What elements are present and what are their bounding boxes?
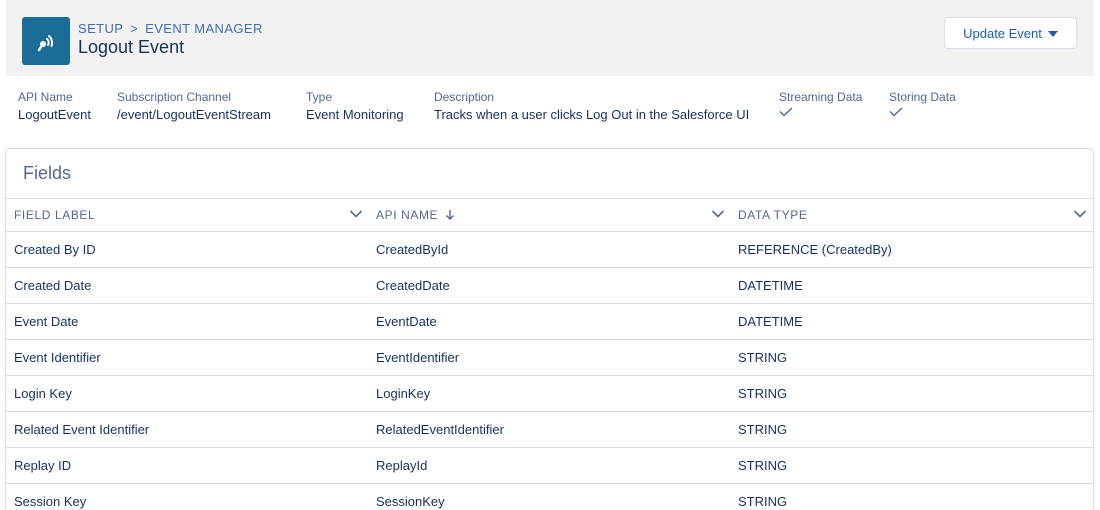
detail-value: /event/LogoutEventStream [117, 107, 271, 122]
detail-value: Event Monitoring [306, 107, 404, 122]
table-row: Replay ID ReplayId STRING [6, 448, 1093, 484]
cell-api-name: LoginKey [376, 386, 431, 401]
table-row: Session Key SessionKey STRING [6, 484, 1093, 510]
detail-label: Description [434, 90, 495, 104]
card-title: Fields [23, 163, 72, 183]
table-row: Created Date CreatedDate DATETIME [6, 268, 1093, 304]
cell-data-type: DATETIME [738, 314, 803, 329]
update-event-label: Update Event [963, 25, 1042, 41]
detail-value: LogoutEvent [18, 107, 92, 122]
breadcrumb: SETUP > EVENT MANAGER [78, 21, 263, 36]
column-header-label: DATA TYPE [738, 208, 808, 222]
detail-label: Type [306, 90, 333, 104]
column-header-label: FIELD LABEL [14, 208, 96, 222]
column-header-field-label[interactable]: FIELD LABEL [14, 199, 95, 231]
table-row: Event Date EventDate DATETIME [6, 304, 1093, 340]
cell-field-label: Event Identifier [14, 350, 101, 365]
column-header-data-type[interactable]: DATA TYPE [738, 199, 807, 231]
detail-storing-data: Storing Data [889, 89, 956, 117]
detail-label: API Name [18, 90, 73, 104]
cell-api-name: ReplayId [376, 458, 428, 473]
chevron-down-icon[interactable] [711, 209, 725, 219]
cell-api-name: CreatedDate [376, 278, 450, 293]
cell-field-label: Event Date [14, 314, 79, 329]
cell-api-name: CreatedById [376, 242, 449, 257]
table-header: FIELD LABEL API NAME DATA TYPE [6, 198, 1093, 232]
detail-label: Streaming Data [779, 90, 863, 104]
page-header: SETUP > EVENT MANAGER Logout Event Updat… [6, 0, 1094, 76]
column-header-label: API NAME [376, 208, 439, 222]
cell-api-name: EventDate [376, 314, 437, 329]
checkmark-icon [889, 107, 903, 117]
cell-api-name: RelatedEventIdentifier [376, 422, 504, 437]
cell-field-label: Related Event Identifier [14, 422, 150, 437]
detail-value: Tracks when a user clicks Log Out in the… [434, 107, 750, 122]
table-row: Event Identifier EventIdentifier STRING [6, 340, 1093, 376]
update-event-button[interactable]: Update Event [944, 17, 1077, 49]
detail-label: Storing Data [889, 90, 956, 104]
cell-api-name: SessionKey [376, 494, 445, 509]
cell-api-name: EventIdentifier [376, 350, 460, 365]
cell-data-type: STRING [738, 386, 788, 401]
event-details: API Name LogoutEvent Subscription Channe… [0, 89, 1100, 129]
cell-data-type: DATETIME [738, 278, 803, 293]
cell-data-type: STRING [738, 458, 788, 473]
checkmark-icon [779, 107, 793, 117]
breadcrumb-separator: > [130, 21, 139, 36]
cell-data-type: STRING [738, 350, 788, 365]
cell-field-label: Session Key [14, 494, 87, 509]
broadcast-icon [22, 17, 70, 65]
detail-description: Description Tracks when a user clicks Lo… [434, 89, 749, 124]
cell-field-label: Created By ID [14, 242, 96, 257]
sort-descending-icon [446, 210, 455, 220]
cell-data-type: REFERENCE (CreatedBy) [738, 242, 892, 257]
breadcrumb-event-manager[interactable]: EVENT MANAGER [145, 21, 263, 36]
detail-streaming-data: Streaming Data [779, 89, 862, 117]
cell-data-type: STRING [738, 422, 788, 437]
fields-card: Fields FIELD LABEL API NAME DATA TYPE Cr… [5, 148, 1094, 510]
detail-subscription-channel: Subscription Channel /event/LogoutEventS… [117, 89, 271, 124]
chevron-down-icon[interactable] [1073, 209, 1087, 219]
caret-down-icon [1047, 30, 1058, 37]
detail-type: Type Event Monitoring [306, 89, 404, 124]
column-header-api-name[interactable]: API NAME [376, 199, 456, 231]
detail-label: Subscription Channel [117, 90, 232, 104]
table-row: Related Event Identifier RelatedEventIde… [6, 412, 1093, 448]
detail-api-name: API Name LogoutEvent [18, 89, 91, 124]
breadcrumb-setup[interactable]: SETUP [78, 21, 123, 36]
cell-field-label: Login Key [14, 386, 72, 401]
page-title: Logout Event [78, 37, 185, 57]
table-row: Login Key LoginKey STRING [6, 376, 1093, 412]
cell-field-label: Replay ID [14, 458, 72, 473]
cell-data-type: STRING [738, 494, 788, 509]
cell-field-label: Created Date [14, 278, 92, 293]
chevron-down-icon[interactable] [349, 209, 363, 219]
table-row: Created By ID CreatedById REFERENCE (Cre… [6, 232, 1093, 268]
